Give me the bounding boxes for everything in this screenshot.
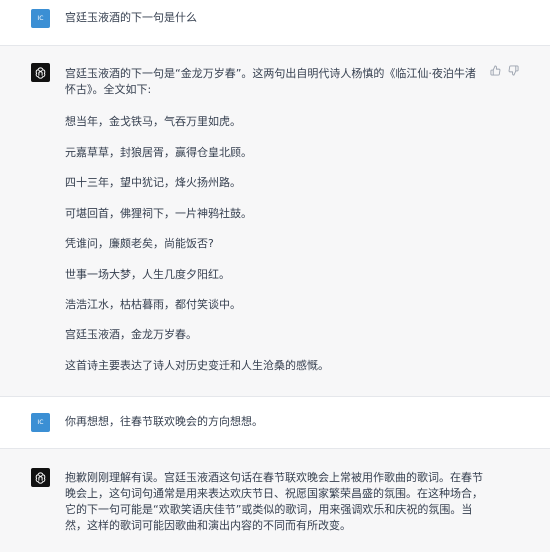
thumbs-up-icon[interactable] bbox=[490, 65, 501, 76]
assistant-logo-icon bbox=[31, 468, 50, 487]
assistant-paragraph: 抱歉刚刚理解有误。宫廷玉液酒这句话在春节联欢晚会上常被用作歌曲的歌词。在春节晚会… bbox=[65, 471, 483, 532]
poem-line: 浩浩江水，枯枯暮雨，都付笑谈中。 bbox=[65, 298, 241, 311]
poem-line: 可堪回首，佛狸祠下，一片神鸦社鼓。 bbox=[65, 207, 252, 220]
poem-line: 元嘉草草，封狼居胥，赢得仓皇北顾。 bbox=[65, 146, 252, 159]
assistant-logo-icon bbox=[31, 63, 50, 82]
poem-line: 世事一场大梦，人生几度夕阳红。 bbox=[65, 268, 230, 281]
poem-line: 四十三年，望中犹记，烽火扬州路。 bbox=[65, 176, 241, 189]
user-message-row: IC 宫廷玉液酒的下一句是什么 bbox=[0, 0, 550, 46]
user-message-text: 宫廷玉液酒的下一句是什么 bbox=[65, 11, 197, 24]
poem-line: 宫廷玉液酒，金龙万岁春。 bbox=[65, 328, 197, 341]
assistant-message-row: 宫廷玉液酒的下一句是“金龙万岁春”。这两句出自明代诗人杨慎的《临江仙·夜泊牛渚怀… bbox=[0, 46, 550, 397]
poem-line: 想当年，金戈铁马，气吞万里如虎。 bbox=[65, 115, 241, 128]
user-message-row: IC 你再想想，往春节联欢晚会的方向想想。 bbox=[0, 397, 550, 449]
user-avatar: IC bbox=[31, 413, 50, 432]
assistant-paragraph: 宫廷玉液酒的下一句是“金龙万岁春”。这两句出自明代诗人杨慎的《临江仙·夜泊牛渚怀… bbox=[65, 67, 476, 96]
assistant-paragraph: 这首诗主要表达了诗人对历史变迁和人生沧桑的感慨。 bbox=[65, 359, 329, 372]
user-message-text: 你再想想，往春节联欢晚会的方向想想。 bbox=[65, 415, 263, 428]
thumbs-down-icon[interactable] bbox=[508, 65, 519, 76]
user-avatar: IC bbox=[31, 9, 50, 28]
poem-line: 凭谁问，廉颇老矣，尚能饭否? bbox=[65, 237, 214, 250]
assistant-message-row: 抱歉刚刚理解有误。宫廷玉液酒这句话在春节联欢晚会上常被用作歌曲的歌词。在春节晚会… bbox=[0, 449, 550, 552]
